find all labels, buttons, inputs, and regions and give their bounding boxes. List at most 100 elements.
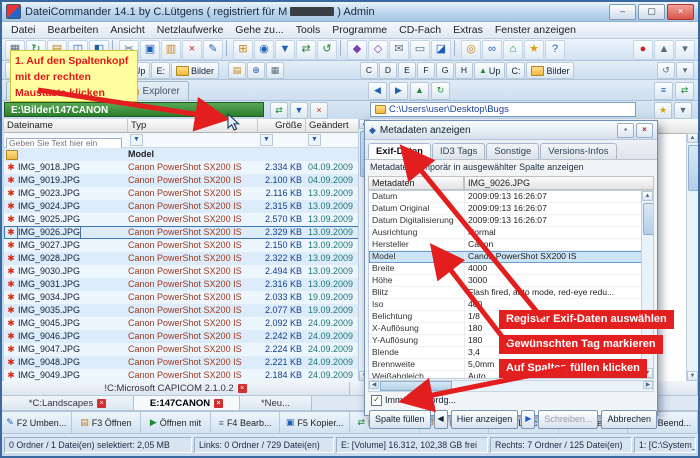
file-row[interactable]: IMG_9024.JPG Canon PowerShot SX200 IS 2.… (4, 200, 370, 213)
filter-funnel-icon[interactable]: ▼ (308, 134, 321, 146)
drive-button-right[interactable]: C (360, 62, 378, 79)
scroll-thumb[interactable] (643, 203, 654, 235)
clear-filter-icon[interactable]: × (310, 102, 328, 119)
scroll-left-icon[interactable]: ◀ (369, 381, 379, 389)
filter-funnel-icon[interactable]: ▼ (130, 134, 143, 146)
separator[interactable] (226, 40, 230, 56)
title-bar[interactable]: DateiCommander 14.1 by C.Lütgens ( regis… (2, 2, 698, 22)
drive-button-right[interactable]: D (379, 62, 397, 79)
menu-item[interactable]: Fenster anzeigen (489, 23, 582, 37)
eject-icon[interactable]: ▲ (654, 40, 674, 60)
prev-file-icon[interactable]: ◀ (434, 410, 448, 429)
dialog-tab[interactable]: Exif-Daten (368, 143, 431, 159)
sort-icon[interactable]: ≡ (654, 82, 673, 100)
path-dropdown-icon[interactable]: ▼ (674, 102, 692, 119)
refresh-icon[interactable]: ↻ (431, 82, 450, 100)
menu-item[interactable]: CD-Fach (393, 23, 447, 37)
metadata-row[interactable]: Hersteller Canon (369, 239, 653, 251)
next-file-icon[interactable]: ▶ (521, 410, 535, 429)
equalize-icon[interactable]: ⇄ (675, 82, 694, 100)
file-row[interactable]: IMG_9047.JPG Canon PowerShot SX200 IS 2.… (4, 343, 370, 356)
function-key-button[interactable]: ▣ F5 Kopier... (280, 412, 350, 433)
scroll-down-icon[interactable]: ▼ (687, 371, 698, 381)
function-key-button[interactable]: ✎ F2 Umben... (2, 412, 72, 433)
copy-icon[interactable]: ▣ (140, 40, 160, 60)
dialog-title-bar[interactable]: ◆ Metadaten anzeigen ▪ × (365, 121, 657, 140)
menu-item[interactable]: Netzlaufwerke (151, 23, 230, 37)
file-row[interactable]: IMG_9031.JPG Canon PowerShot SX200 IS 2.… (4, 278, 370, 291)
search-icon[interactable]: ◉ (254, 40, 274, 60)
drive-button-right[interactable]: H (455, 62, 473, 79)
menu-item[interactable]: Tools (290, 23, 327, 37)
left-path-bar[interactable]: E:\Bilder\147CANON (4, 102, 264, 117)
file-row[interactable]: IMG_9034.JPG Canon PowerShot SX200 IS 2.… (4, 291, 370, 304)
scroll-up-icon[interactable]: ▲ (642, 191, 653, 201)
disk-icon[interactable]: ◪ (431, 40, 451, 60)
file-row[interactable]: IMG_9027.JPG Canon PowerShot SX200 IS 2.… (4, 239, 370, 252)
network-icon[interactable]: ∞ (482, 40, 502, 60)
current-drive-right[interactable]: C: (506, 62, 525, 79)
menu-item[interactable]: Extras (447, 23, 489, 37)
pack-icon[interactable]: ◆ (347, 40, 367, 60)
right-pane-scrollbar[interactable]: ▲ ▼ (686, 133, 698, 381)
filter-input[interactable] (6, 138, 122, 149)
file-row[interactable]: IMG_9019.JPG Canon PowerShot SX200 IS 2.… (4, 174, 370, 187)
separator[interactable] (340, 40, 344, 56)
show-here-button[interactable]: Hier anzeigen (451, 410, 519, 429)
close-button[interactable]: × (667, 4, 694, 20)
tree-icon[interactable]: ▤ (228, 62, 246, 79)
file-row[interactable]: IMG_9026.JPG Canon PowerShot SX200 IS 2.… (4, 226, 370, 239)
drive-button-right[interactable]: E (398, 62, 416, 79)
back-icon[interactable]: ◀ (368, 82, 387, 100)
dialog-tab[interactable]: Versions-Infos (540, 143, 616, 159)
dialog-hscrollbar[interactable]: ◀ ▶ (368, 380, 654, 392)
favorites-star-icon[interactable]: ★ (654, 102, 672, 119)
drive-button-right[interactable]: F (417, 62, 435, 79)
drive-button-right[interactable]: G (436, 62, 454, 79)
new-folder-icon[interactable]: ⊞ (233, 40, 253, 60)
function-key-button[interactable]: ▶ Öffnen mit (141, 412, 211, 433)
menu-item[interactable]: Gehe zu... (229, 23, 289, 37)
always-on-top-checkbox[interactable]: ✓ Immer im Vordg... (365, 392, 657, 407)
current-drive-left[interactable]: E: (151, 62, 170, 79)
link-icon[interactable]: ⊕ (247, 62, 265, 79)
metadata-row[interactable]: Blitz Flash fired, auto mode, red-eye re… (369, 287, 653, 299)
filter-icon[interactable]: ▼ (275, 40, 295, 60)
function-key-button[interactable]: ▤ F3 Öffnen (72, 412, 142, 433)
filter-funnel-icon[interactable]: ▼ (260, 134, 273, 146)
history-icon[interactable]: ↺ (657, 62, 675, 79)
file-row[interactable]: IMG_9035.JPG Canon PowerShot SX200 IS 2.… (4, 304, 370, 317)
minimize-button[interactable]: – (609, 4, 636, 20)
home-icon[interactable]: ⌂ (503, 40, 523, 60)
menu-item[interactable]: Ansicht (104, 23, 150, 37)
sync-icon[interactable]: ↺ (317, 40, 337, 60)
dialog-tab[interactable]: Sonstige (486, 143, 539, 159)
session-tab[interactable]: !C:Microsoft CAPICOM 2.1.0.2 × (2, 381, 350, 395)
forward-icon[interactable]: ▶ (389, 82, 408, 100)
file-row[interactable]: IMG_9030.JPG Canon PowerShot SX200 IS 2.… (4, 265, 370, 278)
close-tab-icon[interactable]: × (214, 399, 223, 408)
menu-item[interactable]: Datei (5, 23, 42, 37)
folder-button-right[interactable]: Bilder (526, 62, 574, 79)
menu-item[interactable]: Bearbeiten (42, 23, 105, 37)
grid-icon[interactable]: ▦ (266, 62, 284, 79)
session-tab[interactable]: *C:Landscapes × (2, 396, 134, 410)
file-column-header[interactable]: IMG_9026.JPG (464, 176, 654, 190)
file-row[interactable]: IMG_9049.JPG Canon PowerShot SX200 IS 2.… (4, 369, 370, 382)
unpack-icon[interactable]: ◇ (368, 40, 388, 60)
column-header-dateiname[interactable]: Dateiname (4, 119, 128, 133)
paste-icon[interactable]: ▥ (161, 40, 181, 60)
column-header-groesse[interactable]: Größe (258, 119, 306, 133)
mail-icon[interactable]: ✉ (389, 40, 409, 60)
metadata-row[interactable]: Ausrichtung Normal (369, 227, 653, 239)
file-row[interactable]: IMG_9018.JPG Canon PowerShot SX200 IS 2.… (4, 161, 370, 174)
file-row[interactable]: Model (4, 148, 370, 161)
record-icon[interactable]: ● (633, 40, 653, 60)
file-row[interactable]: IMG_9028.JPG Canon PowerShot SX200 IS 2.… (4, 252, 370, 265)
close-tab-icon[interactable]: × (97, 399, 106, 408)
up-icon[interactable]: ▲ (410, 82, 429, 100)
fill-column-button[interactable]: Spalte füllen (369, 410, 431, 429)
file-row[interactable]: IMG_9023.JPG Canon PowerShot SX200 IS 2.… (4, 187, 370, 200)
folder-button-left[interactable]: Bilder (171, 62, 219, 79)
column-header-typ[interactable]: Typ (128, 119, 258, 133)
